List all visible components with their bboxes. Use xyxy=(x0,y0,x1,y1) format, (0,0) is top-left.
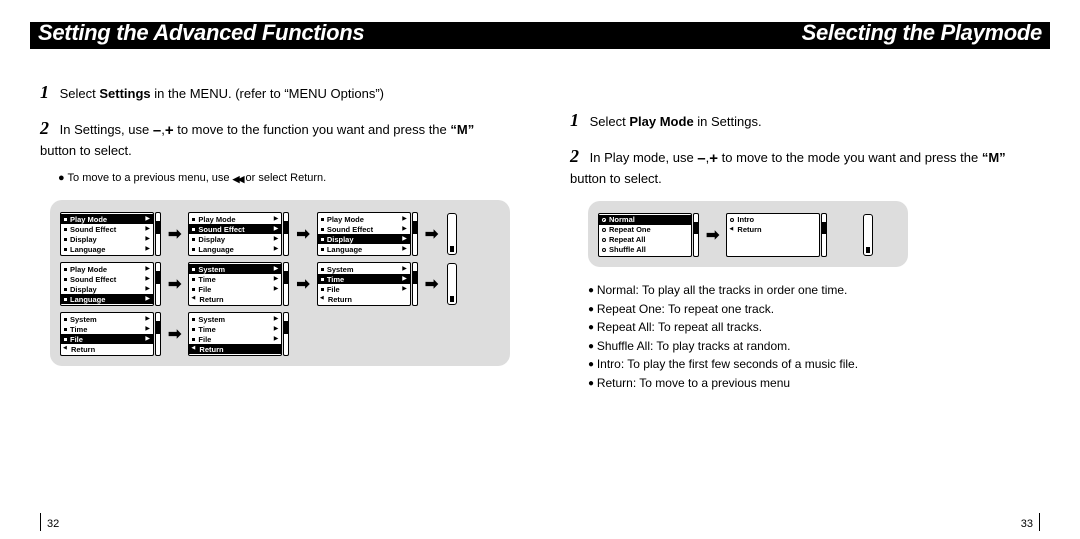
arrow-right-icon: ➡ xyxy=(167,274,182,294)
page-number-right: 33 xyxy=(1021,513,1040,531)
left-step-1: 1 Select Settings in the MENU. (refer to… xyxy=(40,80,510,104)
minus-icon xyxy=(153,121,161,141)
scrollbar-icon xyxy=(821,213,827,257)
arrow-right-icon: ➡ xyxy=(295,224,310,244)
scrollbar-icon xyxy=(283,312,289,356)
step-bold: Settings xyxy=(99,86,150,101)
page-number-left: 32 xyxy=(40,513,59,531)
arrow-right-icon: ➡ xyxy=(167,224,182,244)
step-text: Select xyxy=(590,114,630,129)
scrollbar-icon xyxy=(693,213,699,257)
plus-icon xyxy=(165,121,174,141)
menu-screen: Normal Repeat One Repeat All Shuffle All xyxy=(598,213,699,257)
menu-screen: Play Mode Sound Effect Display Language xyxy=(60,212,161,256)
page-columns: 1 Select Settings in the MENU. (refer to… xyxy=(40,80,1040,509)
menu-screen: Play Mode Sound Effect Display Language xyxy=(188,212,289,256)
right-illustration-panel: Normal Repeat One Repeat All Shuffle All… xyxy=(588,201,908,267)
list-item: Intro: To play the first few seconds of … xyxy=(588,355,1040,374)
menu-screen: System Time File Return xyxy=(317,262,418,306)
menu-screen: Play Mode Sound Effect Display Language xyxy=(60,262,161,306)
plus-icon xyxy=(709,149,718,169)
list-item: Return: To move to a previous menu xyxy=(588,374,1040,393)
note-text: or select Return. xyxy=(242,172,326,184)
step-text: to move to the function you want and pre… xyxy=(177,122,450,137)
scrollbar-icon xyxy=(155,262,161,306)
arrow-right-icon: ➡ xyxy=(424,274,439,294)
panel-row: Play Mode Sound Effect Display Language … xyxy=(60,262,500,306)
arrow-right-icon: ➡ xyxy=(295,274,310,294)
pen-icon xyxy=(447,213,457,255)
right-step-2: 2 In Play mode, use , to move to the mod… xyxy=(570,144,1040,187)
step-bold: “M” xyxy=(450,122,474,137)
panel-row: System Time File Return ➡ System Time Fi… xyxy=(60,312,500,356)
scrollbar-icon xyxy=(283,262,289,306)
panel-row: Normal Repeat One Repeat All Shuffle All… xyxy=(598,213,898,257)
scrollbar-icon xyxy=(283,212,289,256)
pen-icon xyxy=(863,214,873,256)
scrollbar-icon xyxy=(155,212,161,256)
arrow-right-icon: ➡ xyxy=(705,225,720,245)
step-bold: “M” xyxy=(982,150,1006,165)
step-text: In Settings, use xyxy=(60,122,153,137)
step-text: to move to the mode you want and press t… xyxy=(722,150,982,165)
right-step-1: 1 Select Play Mode in Settings. xyxy=(570,108,1040,132)
step-bold: Play Mode xyxy=(629,114,693,129)
list-item: Repeat All: To repeat all tracks. xyxy=(588,318,1040,337)
step-text: in the MENU. (refer to “MENU Options”) xyxy=(151,86,384,101)
arrow-right-icon: ➡ xyxy=(424,224,439,244)
left-note: ● To move to a previous menu, use or sel… xyxy=(58,171,510,186)
step-text: button to select. xyxy=(570,171,662,186)
scrollbar-icon xyxy=(155,312,161,356)
page-header: Setting the Advanced Functions Selecting… xyxy=(30,22,1050,49)
step-number: 2 xyxy=(570,144,582,168)
step-number: 1 xyxy=(40,80,52,104)
menu-screen: Intro Return xyxy=(726,213,827,257)
step-text: in Settings. xyxy=(694,114,762,129)
header-title-right: Selecting the Playmode xyxy=(802,20,1042,46)
step-number: 2 xyxy=(40,116,52,140)
scrollbar-icon xyxy=(412,262,418,306)
rewind-icon xyxy=(233,172,243,186)
left-step-2: 2 In Settings, use , to move to the func… xyxy=(40,116,510,159)
list-item: Normal: To play all the tracks in order … xyxy=(588,281,1040,300)
mode-descriptions: Normal: To play all the tracks in order … xyxy=(588,281,1040,393)
menu-screen: System Time File Return xyxy=(60,312,161,356)
menu-screen: System Time File Return xyxy=(188,262,289,306)
header-title-left: Setting the Advanced Functions xyxy=(38,20,364,46)
step-text: Select xyxy=(60,86,100,101)
minus-icon xyxy=(697,149,705,169)
list-item: Shuffle All: To play tracks at random. xyxy=(588,337,1040,356)
note-text: To move to a previous menu, use xyxy=(68,172,233,184)
menu-screen: System Time File Return xyxy=(188,312,289,356)
step-text: button to select. xyxy=(40,143,132,158)
pen-icon xyxy=(447,263,457,305)
column-left: 1 Select Settings in the MENU. (refer to… xyxy=(40,80,510,509)
panel-row: Play Mode Sound Effect Display Language … xyxy=(60,212,500,256)
scrollbar-icon xyxy=(412,212,418,256)
list-item: Repeat One: To repeat one track. xyxy=(588,300,1040,319)
step-number: 1 xyxy=(570,108,582,132)
arrow-right-icon: ➡ xyxy=(167,324,182,344)
left-illustration-panel: Play Mode Sound Effect Display Language … xyxy=(50,200,510,366)
step-text: In Play mode, use xyxy=(590,150,698,165)
column-right: 1 Select Play Mode in Settings. 2 In Pla… xyxy=(570,80,1040,509)
menu-screen: Play Mode Sound Effect Display Language xyxy=(317,212,418,256)
